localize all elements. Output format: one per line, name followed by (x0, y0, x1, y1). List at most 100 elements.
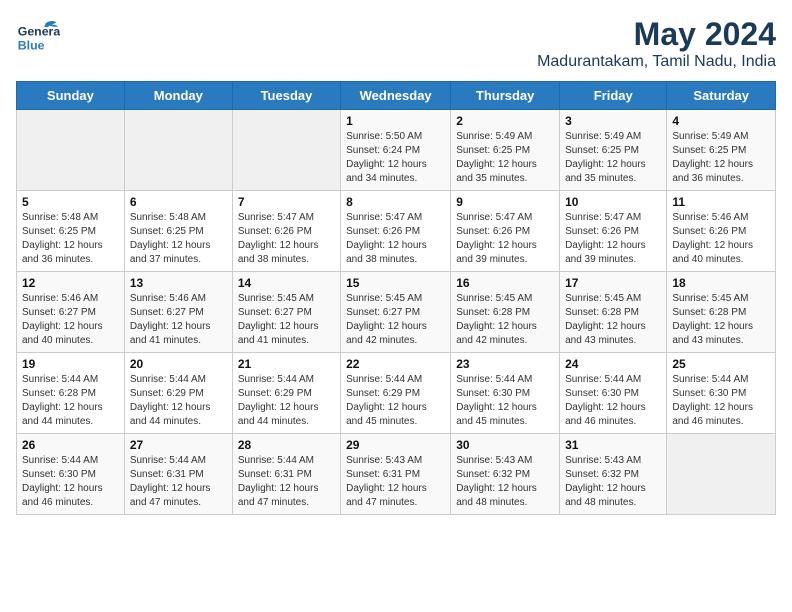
sunset-text: Sunset: 6:29 PM (238, 387, 335, 401)
table-row: 11Sunrise: 5:46 AMSunset: 6:26 PMDayligh… (667, 191, 776, 272)
day-number: 17 (565, 276, 661, 290)
daylight-text: Daylight: 12 hours and 47 minutes. (130, 482, 227, 510)
sunrise-text: Sunrise: 5:44 AM (565, 373, 661, 387)
sunset-text: Sunset: 6:30 PM (565, 387, 661, 401)
col-wednesday: Wednesday (341, 82, 451, 110)
sunset-text: Sunset: 6:30 PM (22, 468, 119, 482)
day-info: Sunrise: 5:49 AMSunset: 6:25 PMDaylight:… (565, 130, 661, 186)
sunrise-text: Sunrise: 5:43 AM (565, 454, 661, 468)
day-number: 21 (238, 357, 335, 371)
daylight-text: Daylight: 12 hours and 45 minutes. (456, 401, 554, 429)
sunrise-text: Sunrise: 5:49 AM (672, 130, 770, 144)
day-number: 25 (672, 357, 770, 371)
sunset-text: Sunset: 6:25 PM (22, 225, 119, 239)
col-thursday: Thursday (451, 82, 560, 110)
table-row (124, 110, 232, 191)
table-row (232, 110, 340, 191)
sunset-text: Sunset: 6:31 PM (238, 468, 335, 482)
sunrise-text: Sunrise: 5:45 AM (672, 292, 770, 306)
day-number: 7 (238, 195, 335, 209)
logo: General Blue (16, 16, 60, 60)
sunset-text: Sunset: 6:26 PM (456, 225, 554, 239)
daylight-text: Daylight: 12 hours and 36 minutes. (22, 239, 119, 267)
daylight-text: Daylight: 12 hours and 46 minutes. (565, 401, 661, 429)
sunrise-text: Sunrise: 5:45 AM (346, 292, 445, 306)
day-number: 5 (22, 195, 119, 209)
day-info: Sunrise: 5:44 AMSunset: 6:30 PMDaylight:… (22, 454, 119, 510)
sunset-text: Sunset: 6:32 PM (456, 468, 554, 482)
table-row: 15 Sunrise: 5:45 AMSunset: 6:27 PMDayligh… (341, 272, 451, 353)
day-info: Sunrise: 5:46 AMSunset: 6:26 PMDaylight:… (672, 211, 770, 267)
table-row: 10Sunrise: 5:47 AMSunset: 6:26 PMDayligh… (560, 191, 667, 272)
daylight-text: Daylight: 12 hours and 45 minutes. (346, 401, 445, 429)
sunset-text: Sunset: 6:25 PM (672, 144, 770, 158)
day-info: Sunrise: 5:43 AMSunset: 6:32 PMDaylight:… (565, 454, 661, 510)
day-info: Sunrise: 5:45 AMSunset: 6:27 PMDaylight:… (346, 292, 445, 348)
daylight-text: Daylight: 12 hours and 35 minutes. (565, 158, 661, 186)
col-monday: Monday (124, 82, 232, 110)
col-saturday: Saturday (667, 82, 776, 110)
page-subtitle: Madurantakam, Tamil Nadu, India (537, 53, 776, 71)
daylight-text: Daylight: 12 hours and 47 minutes. (346, 482, 445, 510)
day-number: 16 (456, 276, 554, 290)
sunset-text: Sunset: 6:26 PM (672, 225, 770, 239)
sunrise-text: Sunrise: 5:47 AM (456, 211, 554, 225)
table-row: 22Sunrise: 5:44 AMSunset: 6:29 PMDayligh… (341, 353, 451, 434)
page-title: May 2024 (537, 16, 776, 53)
sunset-text: Sunset: 6:26 PM (238, 225, 335, 239)
sunset-text: Sunset: 6:27 PM (346, 306, 445, 320)
daylight-text: Daylight: 12 hours and 44 minutes. (130, 401, 227, 429)
col-friday: Friday (560, 82, 667, 110)
daylight-text: Daylight: 12 hours and 35 minutes. (456, 158, 554, 186)
sunrise-text: Sunrise: 5:50 AM (346, 130, 445, 144)
table-row: 18Sunrise: 5:45 AMSunset: 6:28 PMDayligh… (667, 272, 776, 353)
sunrise-text: Sunrise: 5:45 AM (456, 292, 554, 306)
sunset-text: Sunset: 6:28 PM (565, 306, 661, 320)
sunrise-text: Sunrise: 5:43 AM (346, 454, 445, 468)
day-info: Sunrise: 5:44 AMSunset: 6:29 PMDaylight:… (238, 373, 335, 429)
table-row: 6Sunrise: 5:48 AMSunset: 6:25 PMDaylight… (124, 191, 232, 272)
table-row: 26Sunrise: 5:44 AMSunset: 6:30 PMDayligh… (17, 434, 125, 515)
daylight-text: Daylight: 12 hours and 44 minutes. (238, 401, 335, 429)
calendar-week-row: 19Sunrise: 5:44 AMSunset: 6:28 PMDayligh… (17, 353, 776, 434)
table-row: 19Sunrise: 5:44 AMSunset: 6:28 PMDayligh… (17, 353, 125, 434)
sunrise-text: Sunrise: 5:44 AM (22, 454, 119, 468)
sunrise-text: Sunrise: 5:45 AM (565, 292, 661, 306)
table-row: 31Sunrise: 5:43 AMSunset: 6:32 PMDayligh… (560, 434, 667, 515)
table-row: 27Sunrise: 5:44 AMSunset: 6:31 PMDayligh… (124, 434, 232, 515)
sunset-text: Sunset: 6:28 PM (456, 306, 554, 320)
day-number: 24 (565, 357, 661, 371)
table-row: 14Sunrise: 5:45 AMSunset: 6:27 PMDayligh… (232, 272, 340, 353)
day-number: 8 (346, 195, 445, 209)
sunrise-text: Sunrise: 5:46 AM (130, 292, 227, 306)
daylight-text: Daylight: 12 hours and 46 minutes. (672, 401, 770, 429)
sunrise-text: Sunrise: 5:44 AM (346, 373, 445, 387)
day-info: Sunrise: 5:43 AMSunset: 6:31 PMDaylight:… (346, 454, 445, 510)
sunset-text: Sunset: 6:26 PM (346, 225, 445, 239)
day-number: 18 (672, 276, 770, 290)
day-number: 23 (456, 357, 554, 371)
sunset-text: Sunset: 6:30 PM (672, 387, 770, 401)
day-info: Sunrise: 5:48 AMSunset: 6:25 PMDaylight:… (22, 211, 119, 267)
sunset-text: Sunset: 6:25 PM (130, 225, 227, 239)
day-number: 28 (238, 438, 335, 452)
table-row: 17 Sunrise: 5:45 AMSunset: 6:28 PMDayligh… (560, 272, 667, 353)
day-number: 29 (346, 438, 445, 452)
sunset-text: Sunset: 6:24 PM (346, 144, 445, 158)
table-row (17, 110, 125, 191)
day-number: 20 (130, 357, 227, 371)
daylight-text: Daylight: 12 hours and 40 minutes. (672, 239, 770, 267)
day-info: Sunrise: 5:45 AMSunset: 6:27 PMDaylight:… (238, 292, 335, 348)
day-number: 19 (22, 357, 119, 371)
day-number: 6 (130, 195, 227, 209)
day-info: Sunrise: 5:46 AMSunset: 6:27 PMDaylight:… (22, 292, 119, 348)
sunrise-text: Sunrise: 5:49 AM (565, 130, 661, 144)
daylight-text: Daylight: 12 hours and 36 minutes. (672, 158, 770, 186)
day-number: 15 (346, 276, 445, 290)
table-row: 20Sunrise: 5:44 AMSunset: 6:29 PMDayligh… (124, 353, 232, 434)
table-row: 29 Sunrise: 5:43 AMSunset: 6:31 PMDayligh… (341, 434, 451, 515)
sunrise-text: Sunrise: 5:44 AM (238, 373, 335, 387)
calendar-week-row: 26Sunrise: 5:44 AMSunset: 6:30 PMDayligh… (17, 434, 776, 515)
calendar-week-row: 12Sunrise: 5:46 AMSunset: 6:27 PMDayligh… (17, 272, 776, 353)
daylight-text: Daylight: 12 hours and 43 minutes. (565, 320, 661, 348)
